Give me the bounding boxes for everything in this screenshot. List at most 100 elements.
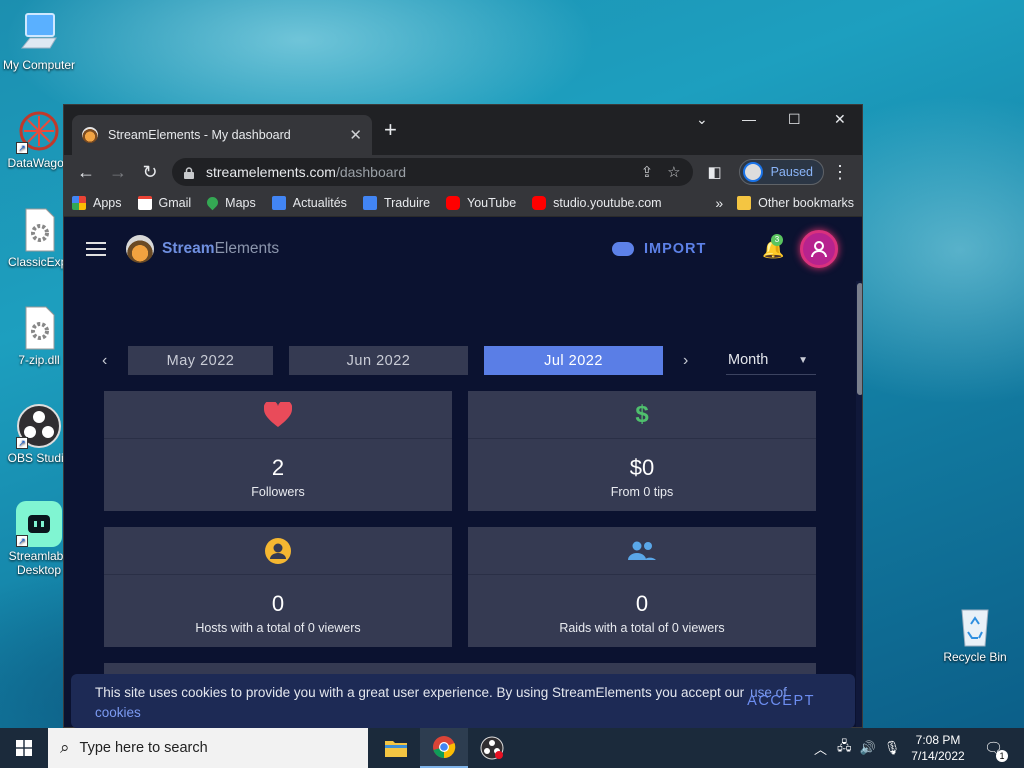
previous-month-arrow-icon[interactable]: ‹ bbox=[102, 352, 128, 370]
bookmark-label: Gmail bbox=[158, 195, 192, 210]
obs-icon: ↗ bbox=[16, 403, 62, 449]
volume-icon[interactable]: 🔊 bbox=[860, 740, 876, 756]
bookmark-star-icon[interactable]: ☆ bbox=[667, 163, 680, 181]
month-may-2022[interactable]: May 2022 bbox=[128, 346, 273, 375]
taskbar-search-box[interactable]: ⌕ Type here to search bbox=[48, 728, 368, 768]
tips-card: $ $0 From 0 tips bbox=[468, 391, 816, 511]
desktop-icon-label: Recycle Bin bbox=[943, 650, 1007, 664]
desktop-icon-recycle-bin[interactable]: Recycle Bin bbox=[936, 602, 1014, 664]
reload-icon[interactable]: ↻ bbox=[134, 162, 166, 183]
notifications-bell-icon[interactable]: 🔔 3 bbox=[762, 234, 784, 260]
chrome-icon bbox=[433, 736, 456, 759]
maximize-button[interactable]: ☐ bbox=[788, 111, 801, 128]
dropdown-caret-icon: ▼ bbox=[798, 354, 808, 366]
search-icon: ⌕ bbox=[60, 738, 70, 757]
cookie-banner: This site uses cookies to provide you wi… bbox=[71, 674, 855, 728]
network-icon[interactable]: 🖧 bbox=[837, 737, 852, 759]
bookmark-actualites[interactable]: Actualités bbox=[271, 195, 347, 210]
minimize-button[interactable]: — bbox=[742, 111, 756, 127]
raids-value: 0 bbox=[635, 591, 649, 616]
folder-icon bbox=[737, 195, 752, 210]
bookmark-youtube[interactable]: YouTube bbox=[446, 195, 516, 210]
desktop-icon-my-computer[interactable]: My Computer bbox=[0, 10, 78, 72]
followers-card: 2 Followers bbox=[104, 391, 452, 511]
desktop-icon-label: DataWagon bbox=[7, 156, 71, 170]
tab-close-icon[interactable]: ✕ bbox=[349, 126, 362, 144]
bookmark-maps[interactable]: Maps bbox=[204, 194, 256, 211]
desktop-icon-label: ClassicExpl bbox=[7, 255, 70, 269]
accept-cookies-button[interactable]: ACCEPT bbox=[747, 691, 815, 711]
url-host: streamelements.com bbox=[206, 164, 336, 180]
page-scrollbar[interactable] bbox=[856, 281, 862, 727]
streamlabs-icon: ↗ bbox=[16, 501, 62, 547]
tab-streamelements[interactable]: StreamElements - My dashboard ✕ bbox=[72, 115, 372, 155]
forward-arrow-icon[interactable]: → bbox=[102, 162, 134, 183]
windows-taskbar: ⌕ Type here to search ︿ 🖧 🔊 🎙 7:08 PM 7/… bbox=[0, 728, 1024, 768]
shortcut-arrow-icon: ↗ bbox=[16, 437, 28, 449]
hamburger-menu-icon[interactable] bbox=[86, 238, 106, 260]
back-arrow-icon[interactable]: ← bbox=[70, 162, 102, 183]
shortcut-arrow-icon: ↗ bbox=[16, 142, 28, 154]
more-bookmarks-button[interactable]: » bbox=[715, 195, 723, 211]
bookmark-traduire[interactable]: Traduire bbox=[362, 195, 431, 210]
bookmark-studio-youtube[interactable]: studio.youtube.com bbox=[532, 195, 662, 210]
month-jul-2022[interactable]: Jul 2022 bbox=[484, 346, 663, 375]
month-jun-2022[interactable]: Jun 2022 bbox=[289, 346, 468, 375]
hosts-label: Hosts with a total of 0 viewers bbox=[195, 621, 361, 635]
gmail-icon bbox=[137, 195, 152, 210]
taskbar-file-explorer[interactable] bbox=[372, 728, 420, 768]
raids-card: 0 Raids with a total of 0 viewers bbox=[468, 527, 816, 647]
desktop-icon-label: My Computer bbox=[2, 58, 76, 72]
show-hidden-icons-chevron-icon[interactable]: ︿ bbox=[814, 739, 827, 758]
taskbar-clock[interactable]: 7:08 PM 7/14/2022 bbox=[900, 732, 976, 764]
user-avatar-button[interactable] bbox=[800, 230, 838, 268]
bookmark-label: Maps bbox=[225, 195, 256, 210]
datawagon-icon: ↗ bbox=[16, 108, 62, 154]
streamelements-favicon-icon bbox=[82, 127, 98, 143]
tab-search-chevron-icon[interactable]: ⌄ bbox=[696, 111, 708, 128]
close-window-button[interactable]: ✕ bbox=[834, 111, 846, 128]
card-icon-row bbox=[104, 527, 452, 575]
side-panel-icon[interactable]: ◧ bbox=[699, 163, 731, 181]
new-tab-button[interactable]: + bbox=[384, 119, 397, 141]
month-selector: ‹ May 2022 Jun 2022 Jul 2022 › bbox=[102, 346, 709, 375]
youtube-icon bbox=[532, 195, 547, 210]
apps-grid-icon bbox=[72, 195, 86, 210]
taskbar-chrome[interactable] bbox=[420, 728, 468, 768]
profile-status: Paused bbox=[770, 165, 813, 179]
next-month-arrow-icon[interactable]: › bbox=[683, 352, 709, 370]
folder-icon bbox=[385, 741, 407, 757]
shortcut-arrow-icon: ↗ bbox=[16, 535, 28, 547]
microphone-icon[interactable]: 🎙 bbox=[884, 740, 901, 756]
bookmark-label: Traduire bbox=[383, 195, 431, 210]
lock-icon bbox=[184, 166, 194, 179]
clock-date: 7/14/2022 bbox=[911, 749, 965, 763]
other-bookmarks-folder[interactable]: Other bookmarks bbox=[737, 195, 854, 210]
period-dropdown[interactable]: Month ▼ bbox=[726, 346, 816, 375]
tips-label: From 0 tips bbox=[610, 485, 674, 499]
share-icon[interactable]: ⇪ bbox=[641, 163, 654, 181]
start-button[interactable] bbox=[0, 728, 48, 768]
bookmark-apps[interactable]: Apps bbox=[72, 195, 122, 210]
kebab-menu-icon[interactable]: ⋮ bbox=[824, 162, 856, 183]
translate-icon bbox=[362, 195, 377, 210]
hosts-value: 0 bbox=[271, 591, 285, 616]
group-icon bbox=[628, 541, 656, 560]
address-bar[interactable]: streamelements.com/dashboard ⇪ ☆ bbox=[172, 158, 693, 186]
computer-icon bbox=[16, 10, 62, 56]
obs-icon bbox=[480, 736, 504, 760]
action-center-button[interactable]: 🗨 1 bbox=[984, 728, 1008, 768]
site-header: StreamElements IMPORT 🔔 3 bbox=[64, 217, 862, 281]
file-gear-icon bbox=[16, 305, 62, 351]
import-button[interactable]: IMPORT bbox=[612, 241, 706, 257]
taskbar-obs[interactable] bbox=[468, 728, 516, 768]
bookmark-gmail[interactable]: Gmail bbox=[137, 195, 192, 210]
scrollbar-thumb[interactable] bbox=[857, 283, 862, 395]
streamelements-logo-text[interactable]: StreamElements bbox=[162, 240, 279, 258]
search-placeholder: Type here to search bbox=[79, 740, 208, 756]
card-icon-row bbox=[104, 391, 452, 439]
dollar-icon: $ bbox=[635, 400, 649, 428]
streamelements-logo-icon[interactable] bbox=[126, 235, 154, 263]
tips-value: $0 bbox=[629, 455, 655, 480]
profile-paused-button[interactable]: Paused bbox=[738, 159, 824, 185]
